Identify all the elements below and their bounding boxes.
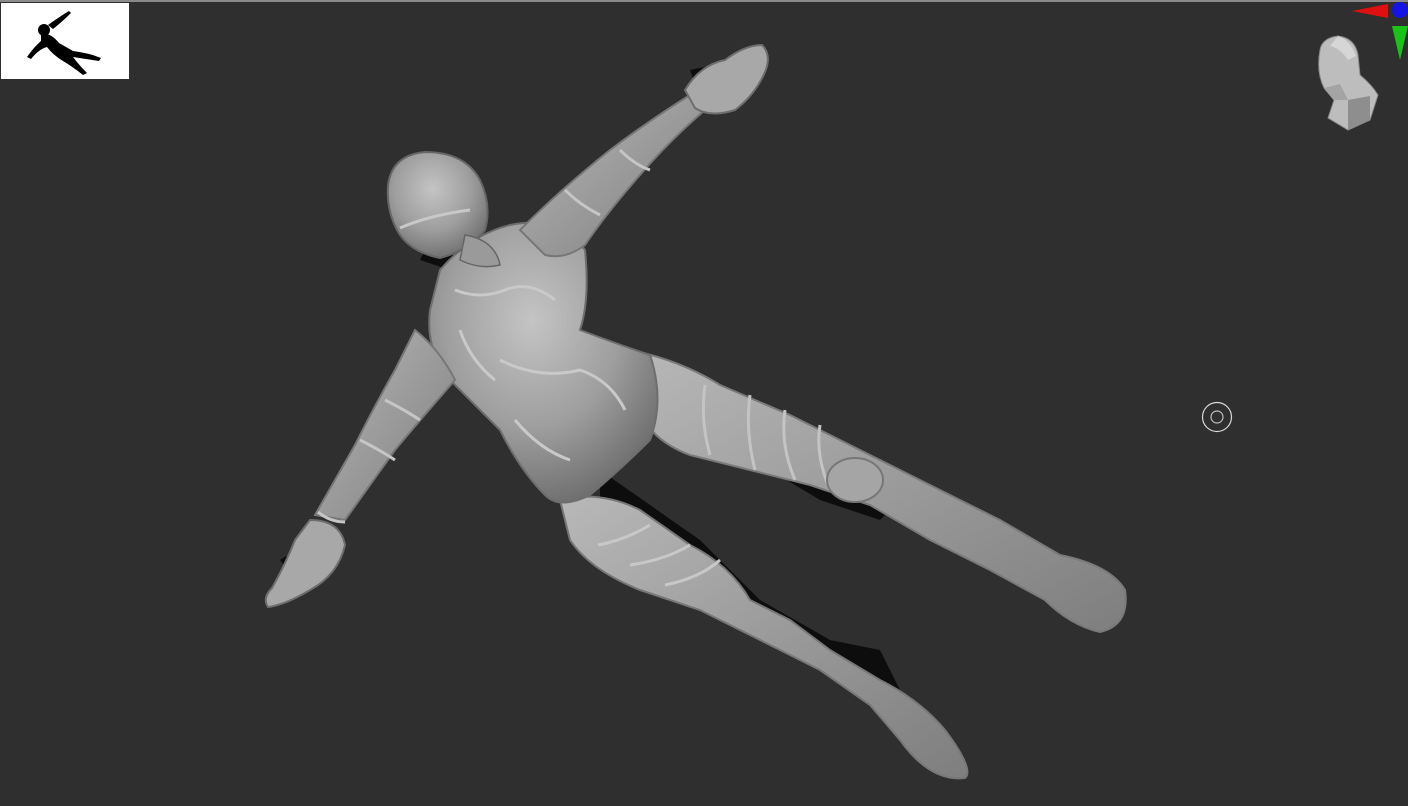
extended-hand xyxy=(264,518,347,609)
silhouette-thumbnail xyxy=(1,3,129,79)
3d-viewport[interactable] xyxy=(0,0,1408,806)
figure-silhouette-icon xyxy=(27,11,101,75)
orientation-gizmo[interactable] xyxy=(1300,0,1408,140)
z-axis-dot-icon xyxy=(1392,2,1408,18)
extended-arm xyxy=(313,328,457,522)
x-axis-arrow-icon xyxy=(1352,4,1388,18)
raised-hand xyxy=(683,43,769,115)
sculpted-figure-model[interactable] xyxy=(0,0,1408,806)
orientation-head-icon xyxy=(1318,35,1379,131)
y-axis-arrow-icon xyxy=(1392,26,1408,60)
torso xyxy=(428,221,659,504)
raised-arm xyxy=(518,93,707,258)
brush-cursor-icon xyxy=(1201,401,1233,433)
